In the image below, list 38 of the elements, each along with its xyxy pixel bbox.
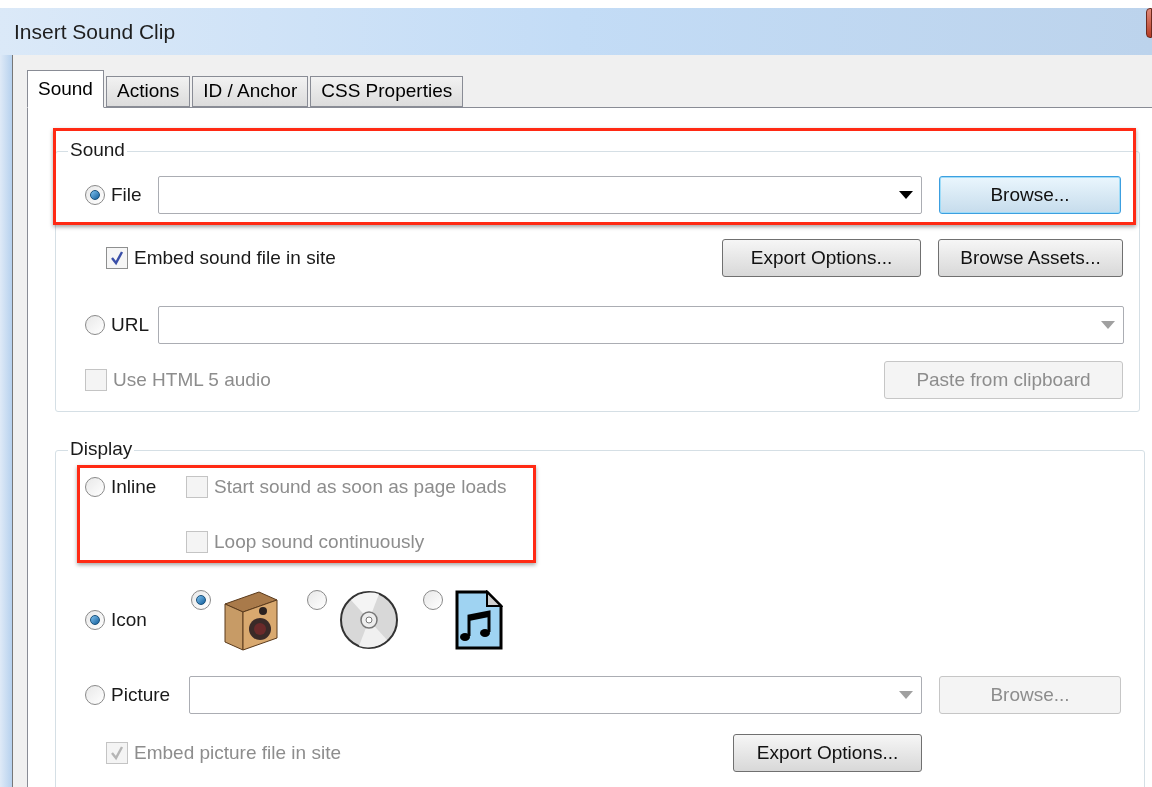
option-label: Loop sound continuously [214, 529, 425, 554]
radio-button[interactable] [307, 590, 327, 610]
checkbox[interactable] [106, 247, 128, 269]
radio-button[interactable] [85, 315, 105, 335]
speaker-icon [223, 590, 279, 652]
option-label: Inline [111, 474, 157, 499]
dialog-button[interactable]: Export Options... [733, 734, 922, 772]
close-button[interactable] [1146, 8, 1152, 38]
tab[interactable]: CSS Properties [310, 76, 464, 107]
music-file-icon [455, 590, 503, 650]
dropdown-arrow-icon [899, 691, 913, 699]
check-icon [109, 250, 125, 266]
dropdown-field[interactable] [158, 176, 922, 214]
window-title: Insert Sound Clip [13, 18, 176, 45]
dialog-button[interactable]: Browse... [939, 176, 1121, 214]
radio-button[interactable] [423, 590, 443, 610]
option-label: File [111, 182, 142, 207]
option-label: Embed sound file in site [134, 245, 336, 270]
check-icon [109, 745, 125, 761]
tab[interactable]: Actions [105, 76, 191, 107]
radio-button[interactable] [85, 185, 105, 205]
dropdown-arrow-icon [899, 191, 913, 199]
radio-button[interactable] [191, 590, 211, 610]
option-label: Embed picture file in site [134, 740, 341, 765]
option-label: Picture [111, 682, 171, 707]
tab[interactable]: ID / Anchor [192, 76, 309, 107]
radio-button[interactable] [85, 610, 105, 630]
dialog-button[interactable]: Browse Assets... [938, 239, 1123, 277]
tab[interactable]: Sound [27, 70, 104, 108]
option-label: Start sound as soon as page loads [214, 474, 507, 499]
option-label: Icon [111, 607, 147, 632]
option-label: Use HTML 5 audio [113, 367, 271, 392]
disc-icon [339, 590, 399, 650]
dialog-button[interactable]: Export Options... [722, 239, 921, 277]
radio-button[interactable] [85, 477, 105, 497]
dropdown-arrow-icon [1101, 321, 1115, 329]
option-label: URL [111, 312, 149, 337]
radio-button[interactable] [85, 685, 105, 705]
